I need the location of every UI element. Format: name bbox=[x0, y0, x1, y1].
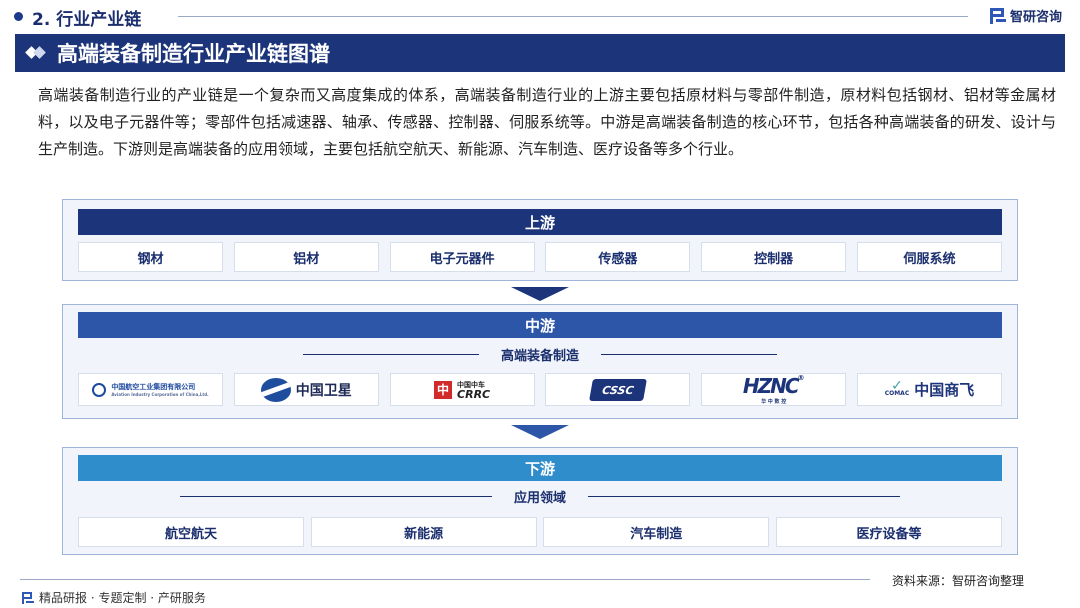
brand-mark-icon bbox=[990, 7, 1006, 24]
brand-logo: 智研咨询 bbox=[990, 6, 1062, 25]
downstream-header: 下游 bbox=[78, 455, 1002, 481]
down-arrow-icon bbox=[511, 425, 569, 439]
hznc-logo: HZNC ® 华 中 数 控 bbox=[743, 374, 805, 405]
footer-divider bbox=[20, 579, 870, 580]
upstream-panel: 上游 钢材 铝材 电子元器件 传感器 控制器 伺服系统 bbox=[62, 199, 1018, 281]
header-divider bbox=[178, 16, 968, 17]
bullet-dot-icon bbox=[14, 12, 23, 21]
footer-services: 精品研报 · 专题定制 · 产研服务 bbox=[22, 589, 206, 606]
upstream-item: 电子元器件 bbox=[389, 242, 535, 272]
upstream-items: 钢材 铝材 电子元器件 传感器 控制器 伺服系统 bbox=[78, 242, 1002, 272]
brand-mark-icon bbox=[22, 591, 34, 604]
logo-cell-avic: 中国航空工业集团有限公司 Aviation Industry Corporati… bbox=[78, 373, 223, 406]
logo-cell-hznc: HZNC ® 华 中 数 控 bbox=[701, 373, 847, 406]
downstream-panel: 下游 应用领域 航空航天 新能源 汽车制造 医疗设备等 bbox=[62, 447, 1018, 555]
downstream-subheading-text: 应用领域 bbox=[513, 490, 566, 506]
footer-services-text: 精品研报 · 专题定制 · 产研服务 bbox=[39, 591, 206, 605]
avic-name-cn: 中国航空工业集团有限公司 bbox=[111, 383, 196, 391]
crrc-logo: 中 中国中车 CRRC bbox=[434, 380, 490, 400]
logo-cell-comac: ✓ COMAC 中国商飞 bbox=[856, 373, 1002, 406]
title-banner: 高端装备制造行业产业链图谱 bbox=[15, 34, 1065, 72]
upstream-item: 钢材 bbox=[78, 242, 223, 272]
subheading-rule bbox=[588, 495, 900, 497]
china-satellite-name: 中国卫星 bbox=[295, 382, 352, 399]
top-header: 2. 行业产业链 智研咨询 bbox=[0, 0, 1080, 32]
midstream-header: 中游 bbox=[78, 312, 1002, 338]
upstream-header: 上游 bbox=[78, 209, 1002, 235]
china-satellite-logo: 中国卫星 bbox=[260, 377, 352, 402]
comac-name-en: COMAC bbox=[884, 389, 910, 397]
upstream-item: 传感器 bbox=[545, 242, 691, 272]
globe-icon bbox=[260, 377, 291, 402]
section-title: 2. 行业产业链 bbox=[32, 10, 142, 30]
registered-mark: ® bbox=[797, 374, 805, 382]
company-logos: 中国航空工业集团有限公司 Aviation Industry Corporati… bbox=[78, 373, 1002, 406]
downstream-items: 航空航天 新能源 汽车制造 医疗设备等 bbox=[78, 517, 1002, 547]
hznc-name-cn: 华 中 数 控 bbox=[761, 399, 787, 405]
downstream-item: 汽车制造 bbox=[543, 517, 770, 547]
upstream-item: 控制器 bbox=[701, 242, 847, 272]
logo-cell-satellite: 中国卫星 bbox=[233, 373, 379, 406]
page-title: 高端装备制造行业产业链图谱 bbox=[57, 42, 330, 66]
cssc-logo: CSSC bbox=[588, 378, 647, 401]
avic-name-en: Aviation Industry Corporation of China,L… bbox=[111, 392, 209, 397]
upstream-item: 铝材 bbox=[233, 242, 379, 272]
comac-logo: ✓ COMAC 中国商飞 bbox=[885, 379, 975, 400]
midstream-subheading-text: 高端装备制造 bbox=[500, 348, 579, 364]
brand-name: 智研咨询 bbox=[1010, 10, 1063, 25]
subheading-rule bbox=[179, 495, 492, 497]
downstream-item: 航空航天 bbox=[78, 517, 304, 547]
source-note: 资料来源：智研咨询整理 bbox=[892, 574, 1025, 588]
downstream-item: 新能源 bbox=[310, 517, 537, 547]
upstream-item: 伺服系统 bbox=[856, 242, 1002, 272]
midstream-panel: 中游 高端装备制造 中国航空工业集团有限公司 Aviation Industry… bbox=[62, 304, 1018, 419]
midstream-subheading: 高端装备制造 bbox=[78, 344, 1002, 364]
down-arrow-icon bbox=[511, 287, 569, 301]
intro-paragraph: 高端装备制造行业的产业链是一个复杂而又高度集成的体系，高端装备制造行业的上游主要… bbox=[38, 86, 1056, 158]
avic-logo: 中国航空工业集团有限公司 Aviation Industry Corporati… bbox=[92, 382, 209, 397]
avic-emblem-icon bbox=[92, 382, 107, 397]
crrc-name-en: CRRC bbox=[457, 387, 491, 401]
subheading-rule bbox=[302, 353, 479, 355]
logo-cell-crrc: 中 中国中车 CRRC bbox=[389, 373, 535, 406]
double-diamond-icon bbox=[27, 46, 41, 60]
hznc-mark: HZNC bbox=[742, 374, 800, 398]
comac-wing-icon: ✓ bbox=[891, 377, 903, 394]
downstream-item: 医疗设备等 bbox=[775, 517, 1002, 547]
subheading-rule bbox=[601, 353, 777, 355]
cssc-mark: CSSC bbox=[588, 378, 647, 401]
crrc-emblem-icon: 中 bbox=[434, 380, 453, 399]
comac-name-cn: 中国商飞 bbox=[914, 381, 975, 399]
logo-cell-cssc: CSSC bbox=[545, 373, 691, 406]
downstream-subheading: 应用领域 bbox=[78, 486, 1002, 506]
